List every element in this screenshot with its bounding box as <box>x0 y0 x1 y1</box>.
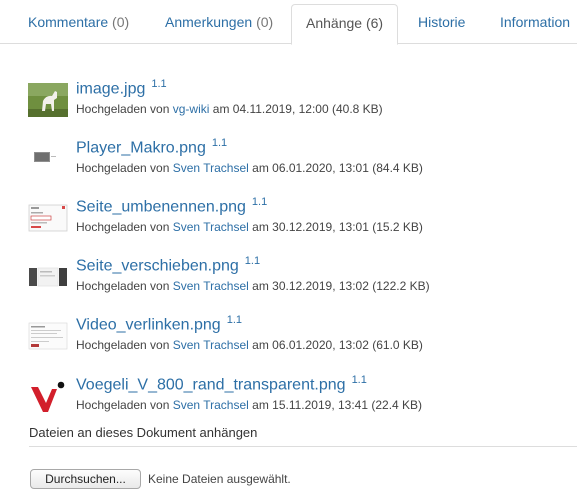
tab-historie[interactable]: Historie <box>404 4 479 44</box>
attachment-link[interactable]: Seite_verschieben.png <box>76 257 239 274</box>
uploader-link[interactable]: Sven Trachsel <box>173 220 249 234</box>
attachment-item: image.jpg 1.1 Hochgeladen von vg-wiki am … <box>0 78 577 128</box>
form-screenshot-thumbnail[interactable] <box>28 319 68 353</box>
browse-button[interactable]: Durchsuchen... <box>30 469 141 489</box>
uploaded-by-label: Hochgeladen von <box>76 102 170 116</box>
uploader-link[interactable]: vg-wiki <box>173 102 210 116</box>
tab-label: Historie <box>418 14 466 30</box>
uploader-link[interactable]: Sven Trachsel <box>173 279 249 293</box>
uploader-link[interactable]: Sven Trachsel <box>173 398 249 412</box>
screenshot-thumbnail[interactable] <box>28 142 68 176</box>
attachment-link[interactable]: image.jpg <box>76 80 145 97</box>
upload-date-size: am 04.11.2019, 12:00 (40.8 KB) <box>212 102 383 116</box>
upload-section-title: Dateien an dieses Dokument anhängen <box>29 425 258 440</box>
attachment-version-link[interactable]: 1.1 <box>245 255 260 267</box>
tab-label: Anmerkungen <box>165 14 253 30</box>
attachment-link[interactable]: Player_Makro.png <box>76 139 206 156</box>
tab-label: Kommentare <box>28 14 109 30</box>
attachment-item: Seite_verschieben.png 1.1 Hochgeladen von… <box>0 255 577 305</box>
uploaded-by-label: Hochgeladen von <box>76 161 170 175</box>
attachment-item: Seite_umbenennen.png 1.1 Hochgeladen von … <box>0 196 577 246</box>
uploaded-by-label: Hochgeladen von <box>76 338 170 352</box>
dialog-screenshot-thumbnail[interactable] <box>28 201 68 235</box>
tab-information[interactable]: Information <box>486 4 577 44</box>
no-file-selected-text: Keine Dateien ausgewählt. <box>148 472 291 486</box>
attachment-item: Video_verlinken.png 1.1 Hochgeladen von S… <box>0 314 577 364</box>
attachment-version-link[interactable]: 1.1 <box>227 314 242 326</box>
tab-label: Information <box>500 14 571 30</box>
divider <box>29 446 577 447</box>
attachment-item: Voegeli_V_800_rand_transparent.png 1.1 Ho… <box>0 374 577 424</box>
uploaded-by-label: Hochgeladen von <box>76 279 170 293</box>
tab-anhaenge[interactable]: Anhänge (6) <box>291 4 399 45</box>
upload-date-size: am 15.11.2019, 13:41 (22.4 KB) <box>252 398 423 412</box>
attachment-link[interactable]: Seite_umbenennen.png <box>76 198 246 215</box>
attachment-meta: Hochgeladen von Sven Trachsel am 06.01.2… <box>76 161 423 175</box>
attachment-link[interactable]: Voegeli_V_800_rand_transparent.png <box>76 376 346 393</box>
horse-photo-thumbnail[interactable] <box>28 83 68 117</box>
attachment-version-link[interactable]: 1.1 <box>252 196 267 208</box>
attachment-meta: Hochgeladen von Sven Trachsel am 30.12.2… <box>76 279 430 293</box>
tab-count: (6) <box>365 15 384 31</box>
page-screenshot-thumbnail[interactable] <box>28 260 68 294</box>
uploaded-by-label: Hochgeladen von <box>76 220 170 234</box>
attachment-meta: Hochgeladen von vg-wiki am 04.11.2019, 1… <box>76 102 383 116</box>
attachment-meta: Hochgeladen von Sven Trachsel am 06.01.2… <box>76 338 423 352</box>
tab-bar: Kommentare (0) Anmerkungen (0) Anhänge (… <box>0 0 577 45</box>
voegeli-logo-thumbnail[interactable] <box>28 379 68 413</box>
uploaded-by-label: Hochgeladen von <box>76 398 170 412</box>
attachment-meta: Hochgeladen von Sven Trachsel am 15.11.2… <box>76 398 422 412</box>
attachment-version-link[interactable]: 1.1 <box>212 137 227 149</box>
uploader-link[interactable]: Sven Trachsel <box>173 161 249 175</box>
uploader-link[interactable]: Sven Trachsel <box>173 338 249 352</box>
attachment-item: Player_Makro.png 1.1 Hochgeladen von Sven… <box>0 137 577 187</box>
upload-date-size: am 30.12.2019, 13:02 (122.2 KB) <box>252 279 430 293</box>
attachment-meta: Hochgeladen von Sven Trachsel am 30.12.2… <box>76 220 423 234</box>
tab-anmerkungen[interactable]: Anmerkungen (0) <box>151 4 287 44</box>
tab-kommentare[interactable]: Kommentare (0) <box>14 4 143 44</box>
attachment-version-link[interactable]: 1.1 <box>352 374 367 386</box>
attachment-link[interactable]: Video_verlinken.png <box>76 316 221 333</box>
tab-count: (0) <box>256 14 274 30</box>
tab-label: Anhänge <box>306 15 363 31</box>
upload-date-size: am 06.01.2020, 13:02 (61.0 KB) <box>252 338 423 352</box>
attachment-version-link[interactable]: 1.1 <box>151 78 166 90</box>
upload-date-size: am 06.01.2020, 13:01 (84.4 KB) <box>252 161 423 175</box>
upload-date-size: am 30.12.2019, 13:01 (15.2 KB) <box>252 220 423 234</box>
tab-count: (0) <box>112 14 130 30</box>
